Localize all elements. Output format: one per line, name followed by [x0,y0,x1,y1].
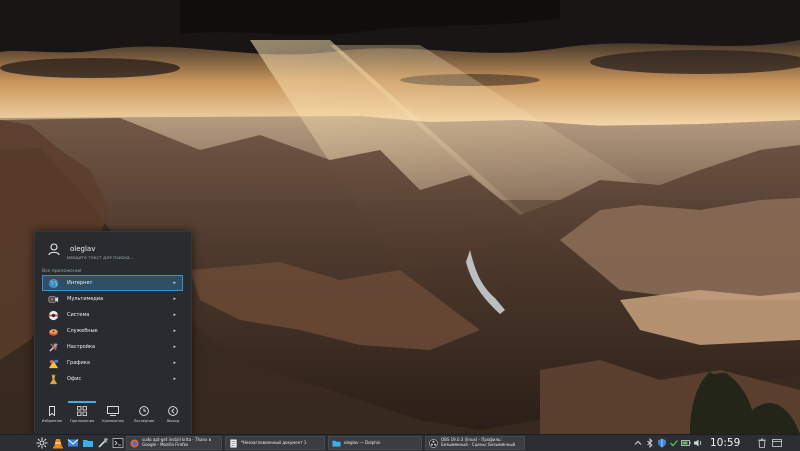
kde-menu-icon[interactable] [36,437,48,449]
category-item-multimedia[interactable]: Мультимедиа ▸ [42,291,183,307]
category-item-internet[interactable]: Интернет ▸ [42,275,183,291]
category-label: Система [67,312,90,318]
category-item-settings[interactable]: Настройка ▸ [42,339,183,355]
dolphin-icon [332,440,341,447]
settings-icon [49,343,58,352]
category-label: Офис [67,376,82,382]
category-item-graphics[interactable]: Графика ▸ [42,355,183,371]
tab-label: Выход [166,419,180,423]
obs-icon [429,438,438,448]
application-launcher: oleglav Все приложения Интернет ▸ Мульти… [34,231,192,436]
tab-favorites[interactable]: Избранное [40,406,64,432]
shield-icon[interactable] [657,438,667,448]
office-icon [49,374,58,385]
window-list-icon[interactable] [772,438,782,448]
category-list: Интернет ▸ Мультимедиа ▸ Система ▸ Служе… [42,275,183,387]
bluetooth-icon[interactable] [645,438,655,448]
folder-icon[interactable] [82,437,94,449]
system-icon [48,310,59,321]
category-label: Мультимедиа [67,296,104,302]
category-item-office[interactable]: Офис ▸ [42,371,183,387]
task-label: OBS 19.0.3 (linux) - Профиль: Безымянный… [441,437,516,447]
chevron-right-icon: ▸ [173,280,176,286]
vlc-icon[interactable] [52,437,64,449]
chevron-right-icon: ▸ [173,296,176,302]
clock[interactable]: 10:59 [710,436,740,450]
text-editor-icon [230,438,237,448]
user-avatar-icon[interactable] [47,242,61,256]
graphics-icon [48,359,59,369]
tools-icon[interactable] [97,437,109,449]
multimedia-icon [48,296,59,303]
speaker-icon[interactable] [693,438,703,448]
terminal-icon[interactable] [112,437,124,449]
check-icon[interactable] [669,438,679,448]
category-item-system[interactable]: Система ▸ [42,307,183,323]
task-dolphin[interactable]: oleglav — Dolphin [328,436,422,450]
category-label: Настройка [67,344,96,350]
chevron-right-icon: ▸ [173,344,176,350]
tab-label: Компьютер [102,419,124,423]
monitor-icon [107,406,119,416]
tab-label: Приложения [70,419,95,423]
utilities-icon [48,329,59,336]
task-firefox[interactable]: sudo apt-get install krita - Thanx в Goo… [126,436,222,450]
grid-icon [77,406,87,416]
tab-recent[interactable]: Последние [132,406,156,432]
tab-label: Избранное [41,419,63,423]
search-input[interactable] [67,254,187,263]
task-label: oleglav — Dolphin [344,439,381,445]
tab-applications[interactable]: Приложения [68,401,96,432]
bookmark-icon [49,406,55,416]
category-item-utilities[interactable]: Служебные ▸ [42,323,183,339]
taskbar: sudo apt-get install krita - Thanx в Goo… [0,434,800,451]
section-title: Все приложения [42,269,82,274]
task-label: *Неозаглавленный документ 1 [241,439,307,445]
category-label: Графика [67,360,90,366]
battery-icon[interactable] [681,438,691,448]
task-obs[interactable]: OBS 19.0.3 (linux) - Профиль: Безымянный… [425,436,525,450]
chevron-right-icon: ▸ [173,360,176,366]
chevron-right-icon: ▸ [173,312,176,318]
chevron-right-icon: ▸ [173,328,176,334]
task-label: sudo apt-get install krita - Thanx в Goo… [142,437,212,447]
trash-icon[interactable] [757,438,767,448]
category-label: Интернет [67,280,93,286]
tab-leave[interactable]: Выход [161,406,185,432]
chevron-right-icon: ▸ [173,376,176,382]
back-arrow-icon [168,406,178,416]
clock-icon [139,406,149,416]
username: oleglav [70,245,96,253]
category-label: Служебные [67,328,98,334]
arrow-up-icon[interactable] [633,438,643,448]
launcher-tabs: Избранное Приложения Компьютер Последние… [35,400,191,435]
tab-label: Последние [133,419,155,423]
globe-icon [48,278,59,289]
firefox-icon [130,438,139,448]
tab-computer[interactable]: Компьютер [101,406,125,432]
task-text-editor[interactable]: *Неозаглавленный документ 1 [225,436,325,450]
mail-icon[interactable] [67,437,79,449]
